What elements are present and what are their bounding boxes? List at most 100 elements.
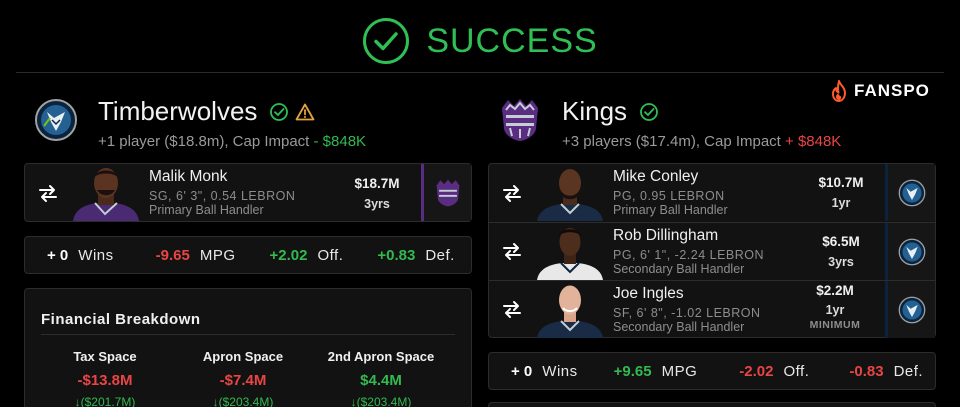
check-circle-icon — [363, 18, 410, 64]
column-label: 2nd Apron Space — [327, 349, 435, 364]
player-salary: $18.7M — [354, 176, 400, 191]
player-headshot — [73, 168, 139, 221]
brand-name: FANSPO — [854, 81, 930, 100]
stat-label: Off. — [783, 362, 810, 380]
stat-value: -2.02 — [739, 362, 774, 380]
stat-label: Off. — [317, 246, 344, 264]
stat-def: -0.83 Def. — [849, 363, 923, 380]
stat-value: +2.02 — [269, 246, 308, 264]
team-name: Timberwolves — [98, 96, 258, 126]
swap-icon[interactable] — [501, 240, 523, 262]
player-row[interactable]: Rob Dillingham PG, 6' 1", -2.24 LEBRON S… — [489, 222, 935, 280]
summary-text: +1 player ($18.8m), Cap Impact — [98, 133, 314, 150]
column-subvalue: ↓($201.7M) — [74, 395, 136, 407]
stat-value: -0.83 — [849, 362, 884, 380]
player-years: 3yrs — [364, 197, 390, 211]
player-description: PG, 6' 1", -2.24 LEBRON — [613, 247, 765, 262]
stat-mpg: -9.65 MPG — [156, 247, 236, 264]
column-label: Apron Space — [202, 349, 284, 364]
player-name[interactable]: Mike Conley — [613, 168, 813, 186]
stat-value: + 0 — [47, 246, 69, 264]
player-description: SF, 6' 8", -1.02 LEBRON — [613, 305, 761, 320]
player-description: PG, 0.95 LEBRON — [613, 189, 725, 203]
stat-label: Wins — [78, 246, 114, 264]
timberwolves-logo-icon — [898, 179, 925, 206]
team-name: Kings — [562, 96, 628, 126]
success-banner: SUCCESS — [0, 14, 960, 68]
brand-logo[interactable]: FANSPO — [830, 80, 930, 102]
swap-icon[interactable] — [501, 182, 523, 204]
player-row[interactable]: Joe Ingles SF, 6' 8", -1.02 LEBRON Secon… — [489, 280, 935, 338]
column-subvalue: ↓($203.4M) — [212, 395, 274, 407]
from-team-strip — [421, 164, 471, 221]
stat-label: MPG — [661, 362, 698, 380]
cap-impact: + $848K — [785, 133, 842, 150]
player-headshot — [537, 227, 603, 280]
player-years: 1yr — [831, 196, 851, 210]
player-salary: $10.7M — [818, 175, 864, 190]
column-label: Tax Space — [73, 349, 137, 364]
timberwolves-logo-icon — [898, 238, 925, 265]
check-circle-icon — [270, 102, 289, 121]
tax-space-column: Tax Space -$13.8M ↓($201.7M) — [35, 349, 175, 407]
player-salary: $6.5M — [822, 234, 860, 249]
player-row[interactable]: Malik Monk SG, 6' 3", 0.54 LEBRON Primar… — [25, 164, 471, 221]
player-row[interactable]: Mike Conley PG, 0.95 LEBRON Primary Ball… — [489, 164, 935, 221]
player-role: Secondary Ball Handler — [613, 319, 745, 334]
stat-value: + 0 — [511, 362, 533, 380]
player-headshot — [537, 169, 603, 221]
stat-def: +0.83 Def. — [377, 247, 454, 264]
player-years: 1yr — [825, 303, 845, 317]
stat-value: -9.65 — [155, 246, 190, 264]
timberwolves-logo — [35, 99, 77, 141]
contract-note: MINIMUM — [809, 319, 861, 331]
player-role: Primary Ball Handler — [149, 203, 264, 217]
player-name[interactable]: Joe Ingles — [613, 285, 813, 303]
player-name[interactable]: Rob Dillingham — [613, 227, 813, 245]
swap-icon[interactable] — [37, 182, 59, 204]
stat-mpg: +9.65 MPG — [614, 363, 698, 380]
team-header-timberwolves: Timberwolves +1 player ($18.8m), Cap Imp… — [34, 96, 366, 150]
financial-breakdown-title: Financial Breakdown — [41, 311, 201, 328]
column-value: -$7.4M — [219, 372, 267, 389]
player-salary: $2.2M — [816, 283, 854, 298]
player-role: Primary Ball Handler — [613, 203, 728, 217]
stat-label: Def. — [893, 362, 924, 380]
player-contract: $6.5M 3yrs — [801, 234, 881, 269]
player-info: Joe Ingles SF, 6' 8", -1.02 LEBRON Secon… — [613, 285, 813, 334]
player-info: Malik Monk SG, 6' 3", 0.54 LEBRON Primar… — [149, 168, 349, 217]
success-title: SUCCESS — [426, 21, 598, 60]
swap-icon[interactable] — [501, 298, 523, 320]
stat-off: -2.02 Off. — [739, 363, 809, 380]
stat-label: Def. — [425, 246, 455, 264]
stat-label: MPG — [199, 246, 236, 264]
stat-value: +9.65 — [613, 362, 652, 380]
divider — [41, 334, 455, 335]
header-divider — [16, 72, 944, 73]
timberwolves-logo-icon — [898, 296, 925, 323]
kings-logo-icon — [436, 179, 459, 206]
from-team-strip — [885, 281, 935, 338]
warning-icon[interactable] — [295, 102, 315, 122]
column-subvalue: ↓($203.4M) — [350, 395, 412, 407]
from-team-strip — [885, 223, 935, 280]
cap-impact: - $848K — [313, 133, 367, 150]
player-name[interactable]: Malik Monk — [149, 168, 349, 186]
impact-stats-bar: + 0 Wins -9.65 MPG +2.02 Off. +0.83 Def. — [24, 236, 472, 274]
from-team-strip — [885, 164, 935, 221]
stat-label: Wins — [542, 362, 578, 380]
incoming-players-card: Malik Monk SG, 6' 3", 0.54 LEBRON Primar… — [24, 163, 472, 222]
player-headshot — [537, 285, 603, 338]
player-role: Secondary Ball Handler — [613, 261, 745, 276]
apron-space-column: Apron Space -$7.4M ↓($203.4M) — [173, 349, 313, 407]
stat-value: +0.83 — [377, 246, 416, 264]
kings-logo — [502, 99, 538, 141]
incoming-players-card: Mike Conley PG, 0.95 LEBRON Primary Ball… — [488, 163, 936, 338]
stat-wins: + 0 Wins — [47, 247, 114, 264]
player-contract: $18.7M 3yrs — [337, 176, 417, 211]
financial-breakdown-panel: Financial Breakdown Tax Space -$13.8M ↓(… — [24, 288, 472, 407]
column-value: $4.4M — [360, 372, 402, 389]
player-contract: $10.7M 1yr — [801, 175, 881, 210]
stat-off: +2.02 Off. — [270, 247, 344, 264]
impact-stats-bar: + 0 Wins +9.65 MPG -2.02 Off. -0.83 Def. — [488, 352, 936, 390]
